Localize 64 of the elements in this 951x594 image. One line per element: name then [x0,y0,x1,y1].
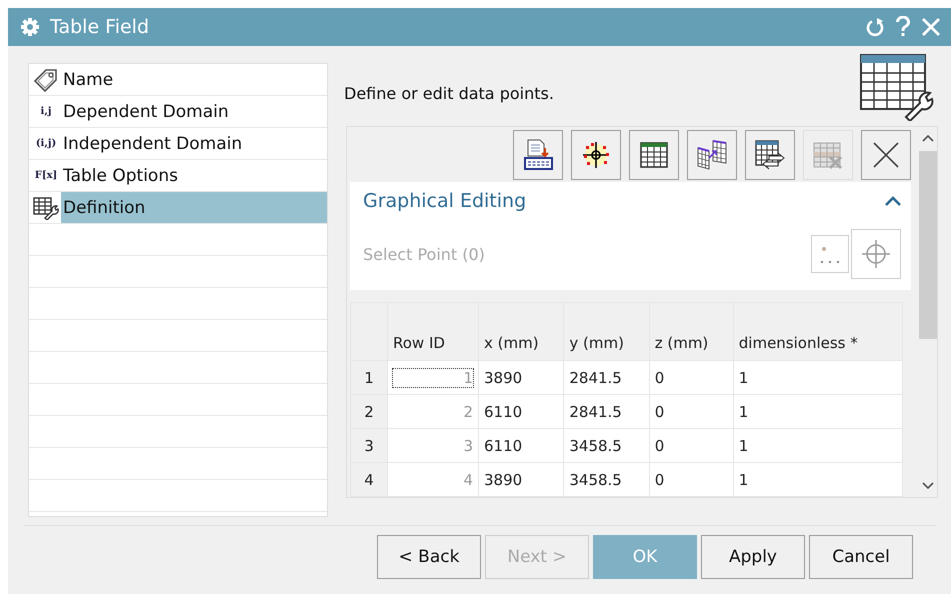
collapse-caret-icon[interactable] [885,196,901,206]
column-header: Row ID [388,302,478,360]
reset-icon[interactable] [865,17,885,37]
table-cell: 6110 [478,428,564,462]
toolbar-button[interactable] [629,130,679,180]
sidebar-item[interactable]: Independent Domain [61,128,327,159]
toolbar-button[interactable] [745,130,795,180]
select-point-label: Select Point (0) [363,244,486,264]
toolbar-button[interactable] [687,130,737,180]
row-header: 3 [350,428,388,462]
column-header: z (mm) [649,302,734,360]
table-cell: 0 [649,462,734,496]
column-header: dimensionless * [733,302,902,360]
table-cell: 0 [649,394,734,428]
table-cell: 2 [388,394,478,428]
column-header: x (mm) [478,302,564,360]
tag-icon [32,68,60,92]
table-cell: 2841.5 [564,394,650,428]
table-cell: 6110 [478,394,564,428]
gear-icon [20,17,40,37]
glyph-icon: (i,j) [36,138,56,149]
sidebar-item[interactable]: Dependent Domain [61,96,327,127]
dialog-button[interactable]: < Back [377,535,481,579]
table-cell: 1 [733,462,902,496]
table-cell: 3890 [478,462,564,496]
row-header: 2 [350,394,388,428]
glyph-icon: i,j [40,106,52,117]
help-icon[interactable] [895,16,911,38]
column-header: y (mm) [564,302,650,360]
row-header: 1 [350,360,388,394]
dialog-button[interactable]: Cancel [809,535,913,579]
table-cell: 1 [388,360,478,394]
table-cell: 3458.5 [564,462,650,496]
dialog-button[interactable]: Apply [701,535,805,579]
sidebar-item[interactable]: Name [61,64,327,95]
table-cell: 4 [388,462,478,496]
table-cell: 3458.5 [564,428,650,462]
table-cell: 0 [649,428,734,462]
sidebar-item[interactable]: Table Options [61,160,327,191]
table-cell: 1 [733,394,902,428]
table-cell: 3890 [478,360,564,394]
description-text: Define or edit data points. [344,82,555,102]
scroll-down-icon[interactable] [922,481,934,491]
linked-tables-icon [695,138,729,172]
table-cell: 2841.5 [564,360,650,394]
point-button[interactable] [851,229,901,279]
row-header: 4 [350,462,388,496]
crosshair-icon [859,237,893,271]
sidebar-item[interactable]: Definition [61,192,327,223]
table-wrench-icon [33,196,59,220]
table-arrows-icon [753,138,787,172]
scroll-up-icon[interactable] [922,133,934,143]
window-title: Table Field [50,16,150,38]
toolbar-button[interactable] [861,130,911,180]
toolbar-button[interactable] [513,130,563,180]
section-title: Graphical Editing [363,190,528,212]
table-cell: 3 [388,428,478,462]
close-icon[interactable] [921,17,941,37]
glyph-icon: F[x] [34,170,58,181]
table-cell: 1 [733,360,902,394]
document-import-icon [521,138,555,172]
table-cell: 1 [733,428,902,462]
toolbar-button[interactable] [571,130,621,180]
table-cell: 0 [649,360,734,394]
